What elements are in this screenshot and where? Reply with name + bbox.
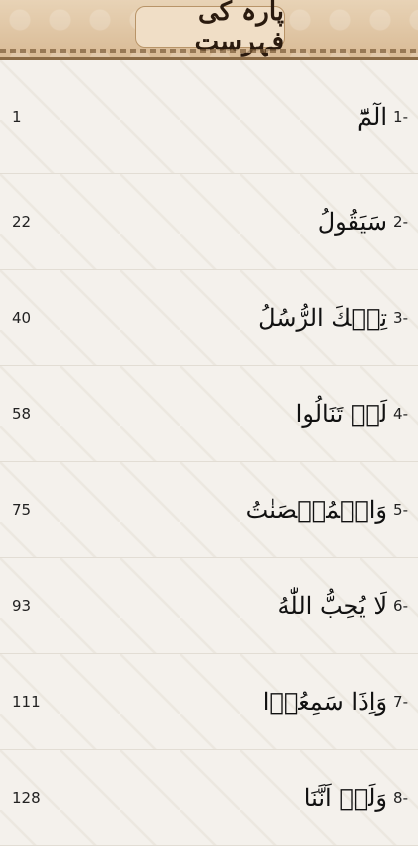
page-number: 128	[12, 788, 41, 807]
page-number: 58	[12, 404, 32, 423]
parah-arabic: وَاِذَا سَمِعُوۡا	[262, 687, 388, 716]
parah-arabic: تِلۡكَ الرُّسُلُ	[258, 303, 388, 332]
parah-name: وَالۡمُحۡصَنٰتُ 5-	[246, 496, 408, 524]
title-plate: پارہ کی فہرست	[135, 0, 285, 57]
parah-index: 4-	[393, 404, 408, 423]
parah-index: 5-	[393, 500, 408, 519]
parah-index: 7-	[393, 692, 408, 711]
parah-index: 2-	[393, 212, 408, 231]
parah-name: سَيَقُولُ 2-	[318, 208, 408, 236]
parah-index: 8-	[393, 788, 408, 807]
list-item[interactable]: 75 وَالۡمُحۡصَنٰتُ 5-	[0, 462, 418, 558]
list-item[interactable]: 93 لَا يُحِبُّ اللّٰهُ 6-	[0, 558, 418, 654]
list-item[interactable]: 111 وَاِذَا سَمِعُوۡا 7-	[0, 654, 418, 750]
app-header: پارہ کی فہرست	[0, 0, 418, 60]
parah-name: تِلۡكَ الرُّسُلُ 3-	[258, 304, 408, 332]
parah-index: 6-	[393, 596, 408, 615]
parah-arabic: لَنۡ تَنَالُوا	[295, 399, 388, 428]
parah-name: وَاِذَا سَمِعُوۡا 7-	[263, 688, 408, 716]
parah-arabic: سَيَقُولُ	[317, 207, 388, 236]
parah-arabic: لَا يُحِبُّ اللّٰهُ	[277, 591, 388, 620]
parah-arabic: الٓمّٓ	[357, 102, 388, 131]
list-item[interactable]: 128 وَلَوۡ اَنَّنَا 8-	[0, 750, 418, 846]
page-number: 93	[12, 596, 32, 615]
parah-name: الٓمّٓ 1-	[357, 103, 408, 131]
page-title: پارہ کی فہرست	[194, 0, 284, 57]
parah-name: وَلَوۡ اَنَّنَا 8-	[304, 784, 408, 812]
parah-index: 3-	[393, 308, 408, 327]
list-item[interactable]: 58 لَنۡ تَنَالُوا 4-	[0, 366, 418, 462]
parah-arabic: وَالۡمُحۡصَنٰتُ	[245, 495, 388, 524]
parah-arabic: وَلَوۡ اَنَّنَا	[303, 783, 388, 812]
list-item[interactable]: 40 تِلۡكَ الرُّسُلُ 3-	[0, 270, 418, 366]
list-item[interactable]: 1 الٓمّٓ 1-	[0, 60, 418, 174]
page-number: 111	[12, 692, 41, 711]
page-number: 40	[12, 308, 32, 327]
page-number: 1	[12, 107, 22, 126]
list-item[interactable]: 22 سَيَقُولُ 2-	[0, 174, 418, 270]
page-number: 22	[12, 212, 32, 231]
parah-name: لَا يُحِبُّ اللّٰهُ 6-	[278, 592, 408, 620]
parah-index: 1-	[393, 107, 408, 126]
parah-list: 1 الٓمّٓ 1- 22 سَيَقُولُ 2- 40 تِلۡكَ ال…	[0, 60, 418, 846]
page-number: 75	[12, 500, 32, 519]
parah-name: لَنۡ تَنَالُوا 4-	[296, 400, 408, 428]
